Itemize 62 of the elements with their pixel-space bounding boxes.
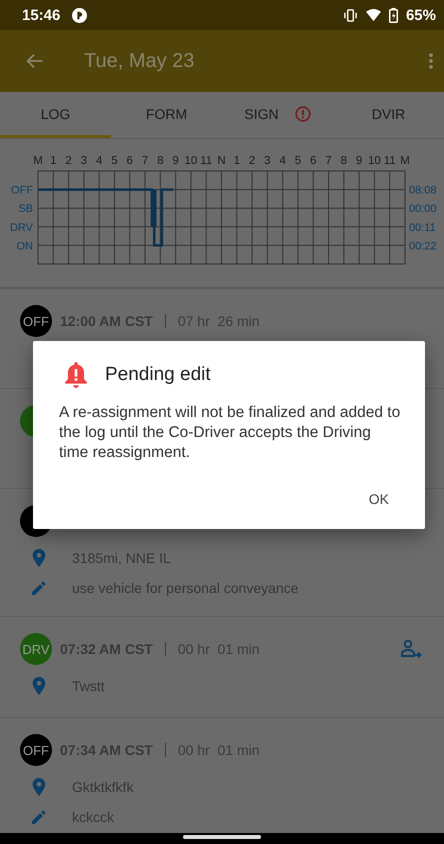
app-bar-title: Tue, May 23 <box>84 50 194 72</box>
hour-label: 10 <box>368 155 381 167</box>
hour-label: 7 <box>325 155 332 167</box>
hour-label: 9 <box>172 155 179 167</box>
location-pin-icon <box>32 549 46 567</box>
hour-label: 3 <box>264 155 271 167</box>
duty-total-label: 00:22 <box>409 240 437 252</box>
hour-label: N <box>217 155 226 167</box>
location-pin-icon <box>32 778 46 796</box>
tab[interactable]: DVIR <box>333 92 444 138</box>
hour-label: M <box>33 155 43 167</box>
duty-status-badge: DRV <box>20 633 52 665</box>
duty-status-badge: OFF <box>20 734 52 766</box>
status-time: 15:46 <box>22 6 60 24</box>
separator-bar <box>164 314 166 328</box>
duty-total-label: 08:08 <box>409 184 437 197</box>
vibrate-icon <box>342 8 358 22</box>
hour-label: 4 <box>96 155 102 167</box>
dialog-title: Pending edit <box>105 364 211 386</box>
hour-label: 11 <box>200 155 212 167</box>
bell-alert-icon <box>63 361 89 389</box>
duty-status-label: OFF <box>11 184 33 197</box>
wifi-icon <box>366 8 381 22</box>
person-arrow-icon[interactable] <box>400 639 422 659</box>
duty-total-label: 00:00 <box>409 203 437 216</box>
battery-icon <box>388 8 398 22</box>
duty-status-label: ON <box>16 240 33 252</box>
hour-label: 9 <box>356 155 362 167</box>
hour-label: 6 <box>126 155 133 167</box>
hour-label: 5 <box>111 155 118 167</box>
separator-bar <box>164 642 166 656</box>
hour-label: 8 <box>340 155 348 167</box>
duty-status-label: SB <box>18 203 33 216</box>
hour-label: 1 <box>234 155 240 167</box>
hour-label: 5 <box>294 155 302 167</box>
hour-label: 10 <box>184 155 198 167</box>
hour-label: 6 <box>310 155 316 167</box>
hour-label: 8 <box>157 155 164 167</box>
hour-label: 7 <box>142 155 148 167</box>
battery-percent: 65% <box>406 6 436 24</box>
hour-label: M <box>400 155 410 167</box>
hour-label: 4 <box>279 155 286 167</box>
duty-status-badge: OFF <box>20 305 52 337</box>
hour-label: 3 <box>80 155 88 167</box>
tab[interactable]: FORM <box>111 92 222 138</box>
hour-label: 2 <box>65 155 72 167</box>
duty-total-label: 00:11 <box>409 222 436 234</box>
duty-status-label: DRV <box>10 222 33 234</box>
tab[interactable]: LOG <box>0 92 111 138</box>
pencil-icon <box>32 579 46 597</box>
tab[interactable]: SIGN <box>222 92 333 138</box>
home-handle[interactable] <box>183 835 261 839</box>
app-notification-icon <box>72 8 88 22</box>
pencil-icon <box>32 808 46 826</box>
hour-label: 11 <box>384 155 396 167</box>
hour-label: 2 <box>248 155 256 167</box>
hour-label: 1 <box>50 155 56 167</box>
more-menu-icon[interactable] <box>428 51 434 71</box>
ok-button[interactable]: OK <box>356 481 401 517</box>
location-pin-icon <box>32 677 46 695</box>
dialog-message: A re-assignment will not be finalized and added to the log until the Co-Driver accepts the Driving time reassignment. <box>59 403 401 463</box>
separator-bar <box>164 743 166 757</box>
